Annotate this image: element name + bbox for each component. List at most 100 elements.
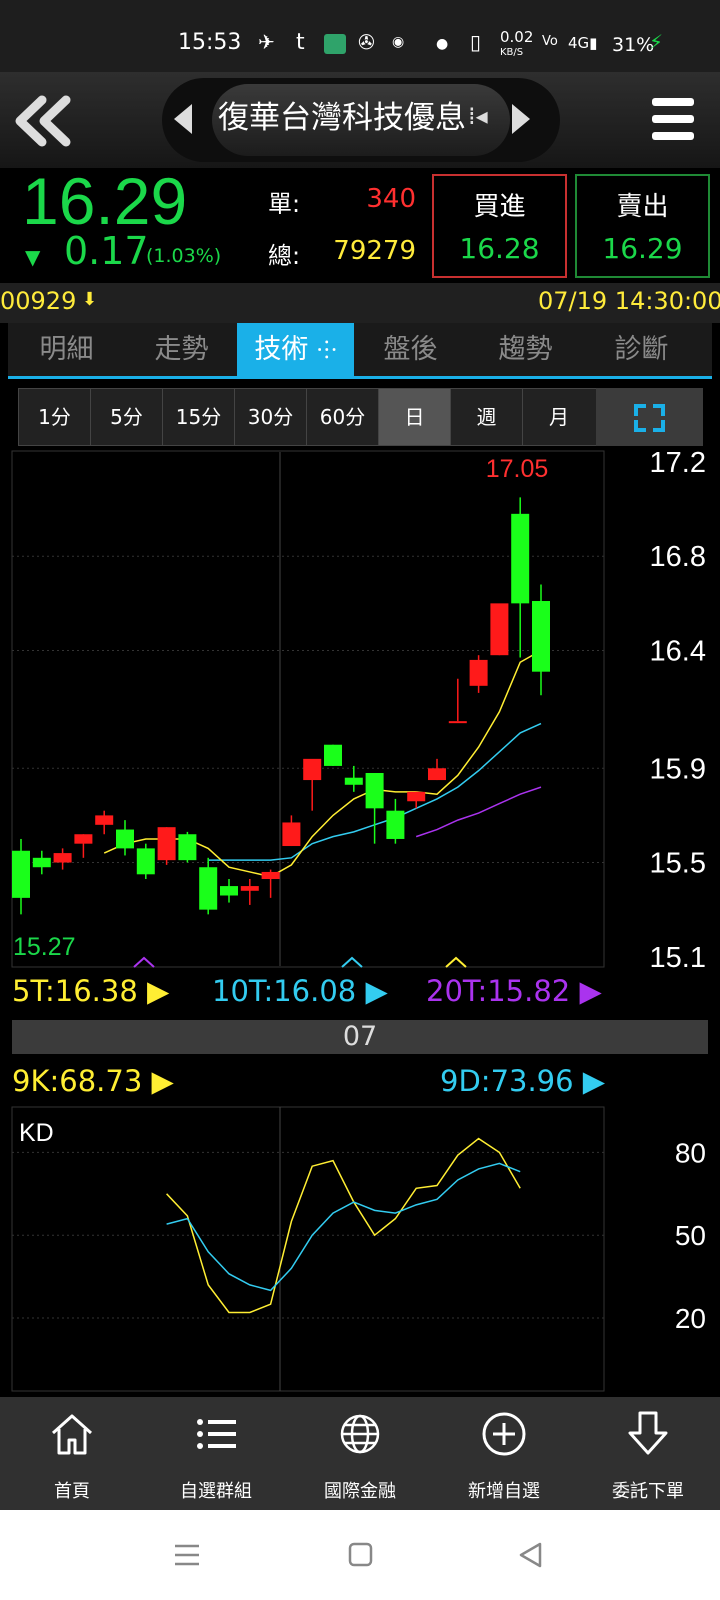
tab-detail[interactable]: 明細 — [8, 323, 125, 376]
candle-body — [386, 810, 405, 839]
tab-bar: 明細 走勢 技術 ⸭ 盤後 趨勢 診斷 — [8, 323, 712, 379]
period-month[interactable]: 月 — [523, 389, 595, 445]
price-change-pct: (1.03%) — [146, 245, 222, 267]
sell-button[interactable]: 賣出 16.29 — [575, 174, 710, 278]
candle-body — [282, 822, 301, 847]
signal-icon: 4G▮ — [568, 34, 598, 52]
nav-add-watchlist-label: 新增自選 — [468, 1481, 540, 1502]
battery-text: 31% — [612, 34, 655, 56]
tab-after-hours[interactable]: 盤後 — [352, 323, 469, 376]
period-day[interactable]: 日 — [379, 389, 451, 445]
d-legend[interactable]: 9D:73.96 ▶ — [440, 1064, 605, 1098]
price-axis: 17.2 16.8 16.4 15.9 15.5 15.1 — [650, 450, 706, 970]
next-stock-button[interactable] — [510, 102, 532, 136]
candle-body — [116, 829, 134, 849]
tab-diagnosis[interactable]: 診斷 — [583, 323, 700, 376]
header-bar: 復華台灣科技優息 ⁞◂ — [0, 72, 720, 168]
price-tick-label: 15.9 — [650, 753, 706, 785]
low-price-label: 15.27 — [13, 933, 76, 961]
candle-body — [95, 815, 114, 825]
tab-trend[interactable]: 走勢 — [123, 323, 240, 376]
buy-price: 16.28 — [459, 232, 540, 265]
candle-body — [32, 857, 51, 868]
price-tick-label: 16.8 — [650, 541, 706, 573]
home-icon — [51, 1414, 93, 1455]
order-arrow-icon — [628, 1411, 668, 1455]
kd-chart[interactable]: KD 80 50 20 — [0, 1105, 720, 1395]
candle-body — [490, 603, 509, 656]
expand-icon — [634, 404, 665, 432]
month-axis-label: 07 — [12, 1020, 708, 1054]
app-notification-icon: ✈ — [258, 30, 275, 54]
volte-icon: Vo — [542, 34, 558, 49]
fan-icon: ✇ — [358, 30, 375, 54]
nav-watchlist-group[interactable]: 自選群組 — [144, 1397, 288, 1510]
candle-body — [178, 834, 197, 861]
candle-body — [74, 834, 93, 844]
status-time: 15:53 — [178, 30, 242, 55]
period-60min[interactable]: 60分 — [307, 389, 379, 445]
nav-international[interactable]: 國際金融 — [288, 1397, 432, 1510]
buy-label: 買進 — [473, 192, 526, 222]
tab-trend-analysis[interactable]: 趨勢 — [467, 323, 584, 376]
prev-stock-button[interactable] — [172, 102, 194, 136]
status-bar: 15:53 ✈ t ✇ ◉ ● ▯ 0.02 KB/S Vo 4G▮ 31% ⚡ — [0, 0, 720, 80]
system-nav-bar — [0, 1510, 720, 1600]
recents-icon[interactable] — [174, 1542, 200, 1568]
stock-name[interactable]: 復華台灣科技優息 — [212, 88, 472, 148]
period-15min[interactable]: 15分 — [163, 389, 235, 445]
add-circle-icon — [482, 1412, 526, 1456]
tumblr-icon: t — [296, 30, 305, 55]
period-1min[interactable]: 1分 — [19, 389, 91, 445]
total-volume-value: 79279 — [333, 236, 416, 266]
nav-place-order-label: 委託下單 — [612, 1481, 684, 1502]
period-week[interactable]: 週 — [451, 389, 523, 445]
kd-tick-label: 80 — [675, 1137, 706, 1168]
ma5-legend[interactable]: 5T:16.38 ▶ — [12, 974, 169, 1008]
tab-technical-label: 技術 — [254, 334, 309, 365]
period-5min[interactable]: 5分 — [91, 389, 163, 445]
candle-body — [469, 659, 488, 686]
kd-axis: 80 50 20 — [675, 1137, 706, 1334]
switch-icon[interactable]: ⁞◂ — [468, 102, 488, 130]
battery-charging-icon: ⚡ — [649, 30, 664, 54]
nav-add-watchlist[interactable]: 新增自選 — [432, 1397, 576, 1510]
nav-home-label: 首頁 — [54, 1481, 90, 1502]
period-selector: 1分 5分 15分 30分 60分 日 週 月 — [18, 388, 604, 446]
hamburger-icon — [652, 98, 694, 140]
sell-price: 16.29 — [602, 232, 683, 265]
candle-body — [53, 853, 72, 863]
net-speed: 0.02 KB/S — [500, 28, 534, 59]
ma10-legend[interactable]: 10T:16.08 ▶ — [212, 974, 388, 1008]
kd-tick-label: 20 — [675, 1303, 706, 1334]
k-legend[interactable]: 9K:68.73 ▶ — [12, 1064, 174, 1098]
bottom-nav: 首頁 自選群組 國際金融 新增自選 委託下單 — [0, 1397, 720, 1510]
candle-body — [303, 758, 322, 781]
candle-body — [199, 867, 218, 910]
home-system-icon[interactable] — [348, 1542, 374, 1568]
nav-place-order[interactable]: 委託下單 — [576, 1397, 720, 1510]
ma20-legend[interactable]: 20T:15.82 ▶ — [426, 974, 602, 1008]
period-30min[interactable]: 30分 — [235, 389, 307, 445]
back-system-icon[interactable] — [518, 1542, 544, 1568]
menu-button[interactable] — [650, 94, 698, 146]
nav-international-label: 國際金融 — [324, 1481, 396, 1502]
candle-body — [511, 513, 530, 604]
candle-body — [407, 791, 426, 802]
nav-home[interactable]: 首頁 — [0, 1397, 144, 1510]
stock-code: 00929 — [0, 287, 77, 315]
fullscreen-button[interactable] — [596, 388, 703, 446]
price-tick-label: 17.2 — [650, 450, 706, 479]
candlestick-chart[interactable]: 17.2 16.8 16.4 15.9 15.5 15.1 17.05 15.27 — [0, 450, 720, 970]
tab-technical[interactable]: 技術 ⸭ — [237, 323, 354, 376]
kd-title: KD — [19, 1119, 54, 1147]
total-volume-label: 總: — [268, 242, 301, 270]
ex-dividend-icon: ⬇ — [82, 289, 98, 310]
back-button[interactable] — [8, 86, 78, 156]
candle-body — [12, 850, 30, 898]
buy-button[interactable]: 買進 16.28 — [432, 174, 567, 278]
price-change: 0.17 — [64, 229, 149, 273]
ma-legend: 5T:16.38 ▶ 10T:16.08 ▶ 20T:15.82 ▶ — [12, 974, 604, 1014]
candle-body — [365, 772, 384, 809]
sell-label: 賣出 — [616, 192, 669, 222]
